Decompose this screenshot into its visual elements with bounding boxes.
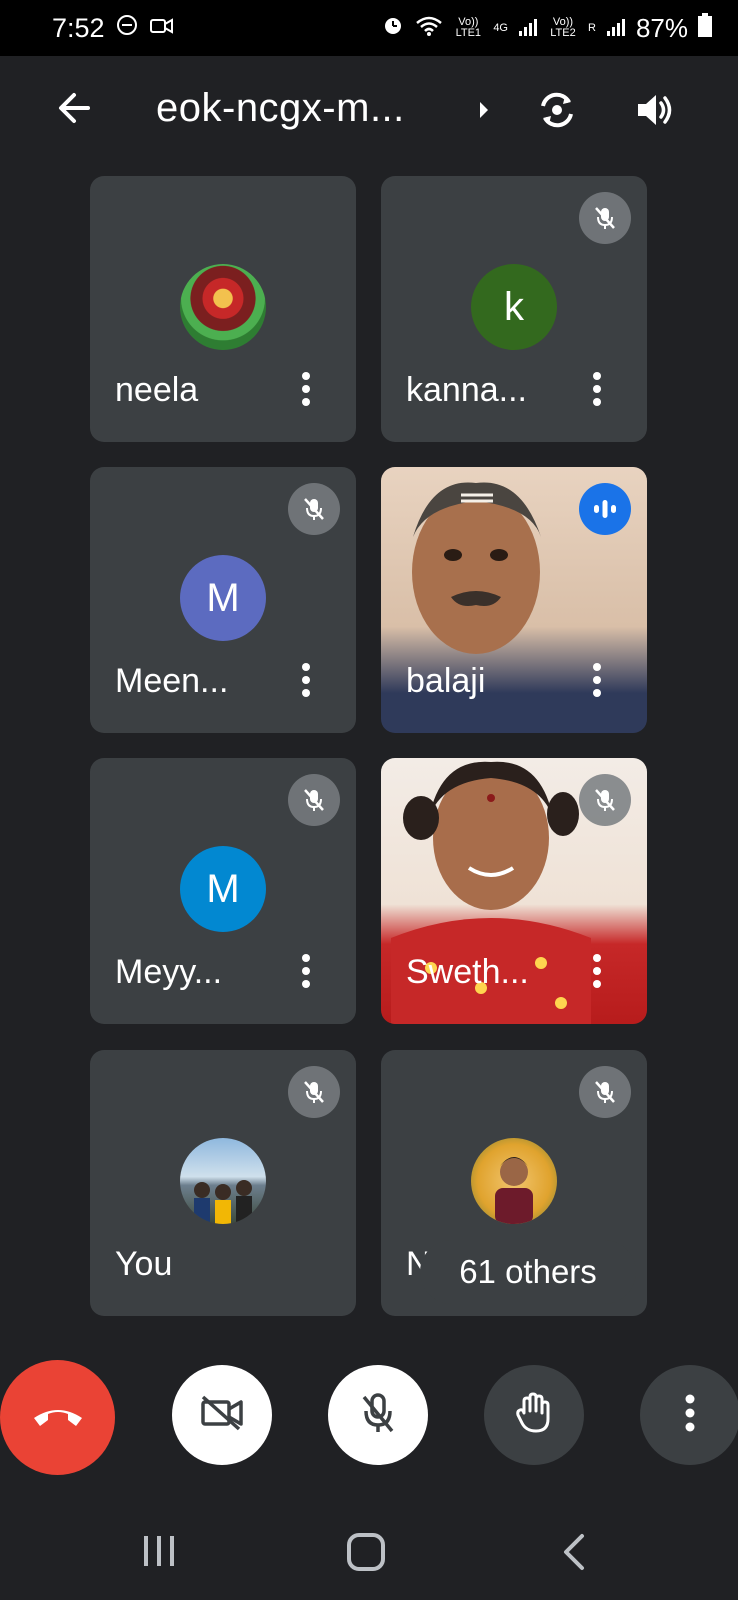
- wifi-icon: [415, 13, 443, 44]
- back-arrow-icon[interactable]: [52, 86, 96, 130]
- participant-name: balaji: [406, 662, 486, 700]
- switch-camera-icon[interactable]: [535, 88, 579, 132]
- participant-name: kanna...: [406, 371, 527, 409]
- more-options-icon[interactable]: [587, 372, 607, 412]
- participant-name: You: [115, 1245, 173, 1283]
- raise-hand-icon: [514, 1391, 554, 1440]
- participant-name: Meyy...: [115, 953, 223, 991]
- volte1-label: Vo)) LTE1: [455, 16, 482, 39]
- participant-name: Sweth...: [406, 953, 529, 991]
- call-controls-bar: [0, 1360, 738, 1476]
- more-options-icon[interactable]: [296, 372, 316, 412]
- camera-toggle-button[interactable]: [172, 1365, 272, 1465]
- end-call-button[interactable]: [0, 1360, 115, 1475]
- participant-name: neela: [115, 371, 199, 409]
- mic-muted-icon: [288, 483, 340, 535]
- video-recording-icon: [149, 13, 175, 44]
- mic-toggle-button[interactable]: [328, 1365, 428, 1465]
- volte2-label: Vo)) LTE2: [550, 16, 576, 39]
- more-options-icon[interactable]: [296, 954, 316, 994]
- participant-name: Meen...: [115, 662, 229, 700]
- participant-tile-kanna[interactable]: k kanna...: [381, 176, 647, 442]
- mic-muted-icon: [288, 774, 340, 826]
- battery-percent: 87%: [635, 12, 688, 43]
- alarm-icon: [381, 13, 405, 44]
- home-icon[interactable]: [346, 1532, 386, 1577]
- system-navigation-bar: [0, 1500, 738, 1600]
- avatar: k: [471, 264, 557, 350]
- mic-muted-icon: [579, 1066, 631, 1118]
- more-options-icon[interactable]: [587, 954, 607, 994]
- avatar-letter: M: [206, 866, 240, 911]
- avatar: [180, 1138, 266, 1224]
- participant-tile-meen[interactable]: M Meen...: [90, 467, 356, 733]
- mic-muted-icon: [288, 1066, 340, 1118]
- speaker-icon[interactable]: [632, 88, 676, 132]
- participant-tile-sweth[interactable]: Sweth...: [381, 758, 647, 1024]
- more-options-button[interactable]: [640, 1365, 738, 1465]
- do-not-disturb-icon: [115, 13, 139, 44]
- avatar-letter: M: [206, 575, 240, 620]
- caret-right-icon[interactable]: [478, 100, 490, 125]
- back-icon[interactable]: [560, 1532, 586, 1577]
- mic-off-icon: [360, 1391, 396, 1440]
- network-label: 4G: [493, 21, 508, 34]
- avatar-letter: k: [504, 284, 524, 329]
- participant-tile-balaji[interactable]: balaji: [381, 467, 647, 733]
- status-time: 7:52: [52, 12, 105, 43]
- mic-muted-icon: [579, 192, 631, 244]
- roaming-label: R: [588, 21, 596, 34]
- battery-icon: [698, 12, 712, 44]
- avatar: M: [180, 846, 266, 932]
- speaking-indicator-icon: [579, 483, 631, 535]
- recent-apps-icon[interactable]: [142, 1534, 176, 1573]
- signal-icon: [606, 13, 626, 44]
- raise-hand-button[interactable]: [484, 1365, 584, 1465]
- camera-off-icon: [199, 1393, 245, 1438]
- meeting-header: eok-ncgx-m...: [0, 56, 738, 170]
- avatar: [180, 264, 266, 350]
- status-bar: 7:52 Vo)) LTE1 4G Vo)) LTE2 R 87%: [0, 0, 738, 56]
- signal-icon: [518, 13, 538, 44]
- avatar: [471, 1138, 557, 1224]
- avatar: M: [180, 555, 266, 641]
- mic-muted-icon: [579, 774, 631, 826]
- participant-tile-meyy[interactable]: M Meyy...: [90, 758, 356, 1024]
- more-options-icon: [684, 1393, 696, 1438]
- more-options-icon[interactable]: [587, 663, 607, 703]
- end-call-icon: [30, 1400, 86, 1435]
- others-count-button[interactable]: 61 others: [420, 1240, 636, 1304]
- participant-tile-neela[interactable]: neela: [90, 176, 356, 442]
- participant-tile-you[interactable]: You: [90, 1050, 356, 1316]
- meeting-code[interactable]: eok-ncgx-m...: [156, 86, 405, 131]
- more-options-icon[interactable]: [296, 663, 316, 703]
